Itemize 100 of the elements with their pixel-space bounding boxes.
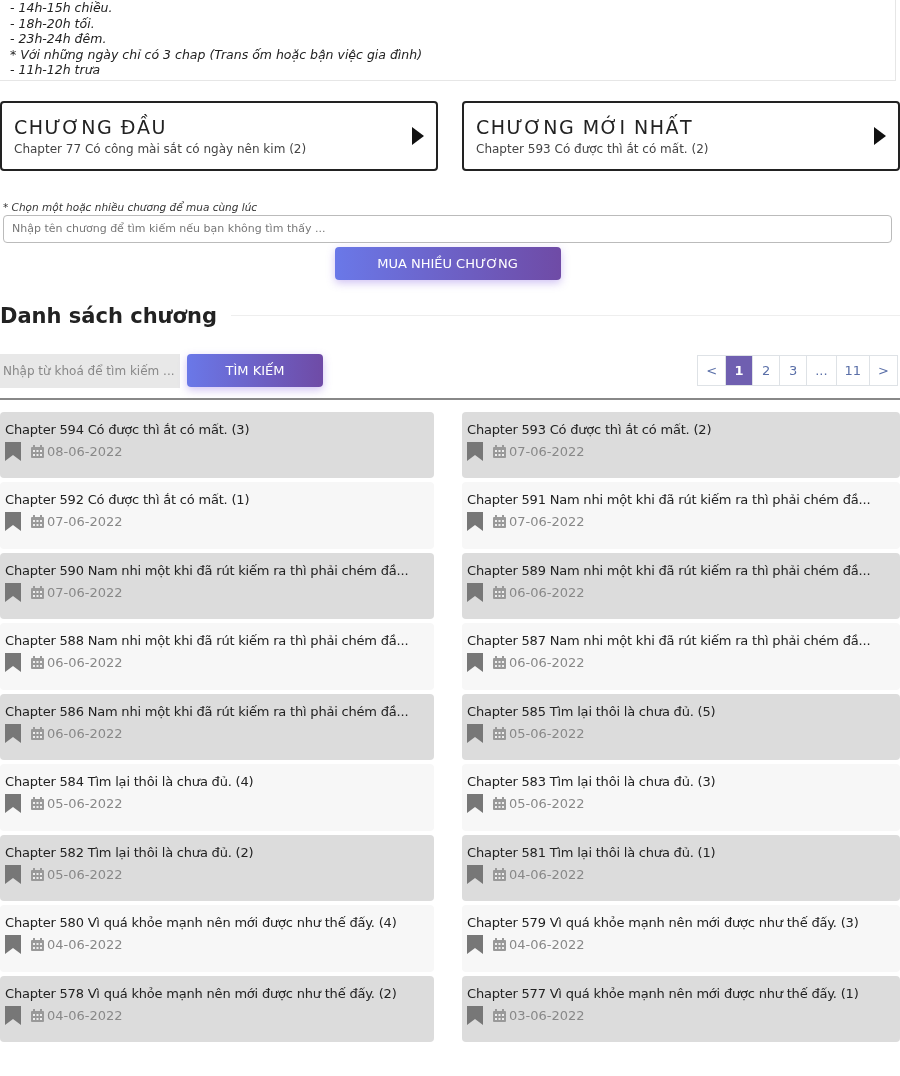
- bookmark-icon[interactable]: [467, 935, 483, 954]
- notice-line: - 11h-12h trưa: [10, 62, 102, 78]
- bookmark-icon[interactable]: [5, 794, 21, 813]
- calendar-icon: [31, 726, 44, 740]
- chapter-row[interactable]: Chapter 594 Có được thì ắt có mất. (3) 08-06-2022: [0, 411, 434, 478]
- chapter-link-card[interactable]: CHƯƠNG ĐẦU Chapter 77 Có công mài sắt có ngày nên kim (2): [0, 100, 438, 171]
- chapter-row[interactable]: Chapter 581 Tìm lại thôi là chưa đủ. (1) 04-06-2022: [462, 834, 900, 901]
- chapter-date: 04-06-2022: [47, 937, 123, 952]
- chapter-row[interactable]: Chapter 593 Có được thì ắt có mất. (2) 07-06-2022: [462, 411, 900, 478]
- calendar-icon: [493, 444, 506, 458]
- bookmark-icon[interactable]: [467, 512, 483, 531]
- chapter-date: 03-06-2022: [509, 1007, 585, 1023]
- calendar-icon: [493, 656, 506, 669]
- chapter-date: 04-06-2022: [47, 1007, 123, 1023]
- chapter-date: 07-06-2022: [509, 443, 585, 459]
- bookmark-icon[interactable]: [467, 582, 483, 602]
- chapter-date: 06-06-2022: [509, 584, 585, 600]
- bookmark-icon[interactable]: [467, 1005, 483, 1025]
- chapter-row[interactable]: Chapter 579 Vì quá khỏe mạnh nên mới được như thế đấy. (3) 04-06-2022: [462, 905, 900, 972]
- chapter-row[interactable]: Chapter 586 Nam nhi một khi đã rút kiếm ra thì phải chém đầ... 06-06-2022: [0, 693, 434, 760]
- chapter-row[interactable]: Chapter 590 Nam nhi một khi đã rút kiếm ra thì phải chém đầ... 07-06-2022: [0, 552, 434, 619]
- bulk-buy-hint: * Chọn một hoặc nhiều chương để mua cùng lúc: [3, 200, 259, 213]
- card-subtitle: Chapter 593 Có được thì ắt có mất. (2): [476, 141, 710, 156]
- chapter-row[interactable]: Chapter 589 Nam nhi một khi đã rút kiếm ra thì phải chém đầ... 06-06-2022: [462, 552, 900, 619]
- page-button[interactable]: 2: [752, 355, 781, 386]
- bookmark-icon[interactable]: [5, 935, 21, 954]
- bookmark-icon[interactable]: [467, 441, 483, 461]
- chapter-row[interactable]: Chapter 578 Vì quá khỏe mạnh nên mới được như thế đấy. (2) 04-06-2022: [0, 975, 434, 1042]
- chapter-row[interactable]: Chapter 592 Có được thì ắt có mất. (1) 07-06-2022: [0, 482, 434, 549]
- chapter-title: Chapter 583 Tìm lại thôi là chưa đủ. (3): [467, 774, 717, 789]
- chapter-title: Chapter 577 Vì quá khỏe mạnh nên mới được như thế đấy. (1): [467, 985, 860, 1001]
- chapter-date: 05-06-2022: [509, 796, 585, 811]
- bookmark-icon[interactable]: [5, 441, 21, 461]
- bookmark-icon[interactable]: [5, 582, 21, 602]
- bookmark-icon[interactable]: [5, 864, 21, 884]
- chapter-date: 06-06-2022: [47, 725, 123, 741]
- calendar-icon: [31, 797, 44, 810]
- chapter-date: 05-06-2022: [47, 796, 123, 811]
- search-button[interactable]: TÌM KIẾM: [187, 354, 323, 387]
- bookmark-icon[interactable]: [5, 653, 21, 672]
- card-title: CHƯƠNG MỚI NHẤT: [476, 115, 695, 138]
- chapter-title: Chapter 578 Vì quá khỏe mạnh nên mới được như thế đấy. (2): [5, 985, 398, 1001]
- chapter-title: Chapter 586 Nam nhi một khi đã rút kiếm ra thì phải chém đầ...: [5, 703, 410, 719]
- calendar-icon: [31, 938, 44, 951]
- play-icon: [874, 126, 886, 145]
- chapter-row[interactable]: Chapter 587 Nam nhi một khi đã rút kiếm ra thì phải chém đầ... 06-06-2022: [462, 623, 900, 690]
- chapter-date: 06-06-2022: [47, 655, 123, 670]
- chapter-title: Chapter 588 Nam nhi một khi đã rút kiếm ra thì phải chém đầ...: [5, 633, 410, 648]
- bookmark-icon[interactable]: [467, 723, 483, 743]
- calendar-icon: [493, 515, 506, 528]
- chapter-row[interactable]: Chapter 588 Nam nhi một khi đã rút kiếm ra thì phải chém đầ... 06-06-2022: [0, 623, 434, 690]
- chapter-title: Chapter 582 Tìm lại thôi là chưa đủ. (2): [5, 844, 255, 860]
- notice-line: - 14h-15h chiều.: [10, 0, 114, 16]
- chapter-row[interactable]: Chapter 591 Nam nhi một khi đã rút kiếm ra thì phải chém đầ... 07-06-2022: [462, 482, 900, 549]
- chapter-date: 04-06-2022: [509, 937, 585, 952]
- calendar-icon: [31, 585, 44, 599]
- chapter-row[interactable]: Chapter 584 Tìm lại thôi là chưa đủ. (4) 05-06-2022: [0, 764, 434, 831]
- bookmark-icon[interactable]: [5, 723, 21, 743]
- page-button[interactable]: 1: [725, 355, 754, 386]
- calendar-icon: [493, 726, 506, 740]
- calendar-icon: [493, 585, 506, 599]
- chapter-date: 08-06-2022: [47, 443, 123, 459]
- buy-chapters-button[interactable]: MUA NHIỀU CHƯƠNG: [334, 246, 561, 280]
- chapter-date: 07-06-2022: [47, 584, 123, 600]
- chapter-date: 07-06-2022: [509, 514, 585, 529]
- chapter-date: 06-06-2022: [509, 655, 585, 670]
- calendar-icon: [493, 867, 506, 881]
- calendar-icon: [31, 444, 44, 458]
- chapter-date: 05-06-2022: [509, 725, 585, 741]
- chapter-title: Chapter 579 Vì quá khỏe mạnh nên mới được như thế đấy. (3): [467, 915, 860, 930]
- chapter-title: Chapter 580 Vì quá khỏe mạnh nên mới được như thế đấy. (4): [5, 915, 398, 930]
- page-button[interactable]: >: [869, 355, 898, 386]
- page-button[interactable]: 3: [779, 355, 808, 386]
- chapter-row[interactable]: Chapter 580 Vì quá khỏe mạnh nên mới được như thế đấy. (4) 04-06-2022: [0, 905, 434, 972]
- chapter-title: Chapter 591 Nam nhi một khi đã rút kiếm ra thì phải chém đầ...: [467, 492, 872, 507]
- bookmark-icon[interactable]: [467, 864, 483, 884]
- calendar-icon: [493, 1008, 506, 1022]
- calendar-icon: [493, 938, 506, 951]
- bookmark-icon[interactable]: [467, 794, 483, 813]
- calendar-icon: [493, 797, 506, 810]
- keyword-search-field[interactable]: Nhập từ khoá để tìm kiếm ...: [0, 353, 180, 388]
- bookmark-icon[interactable]: [467, 653, 483, 672]
- bookmark-icon[interactable]: [5, 512, 21, 531]
- card-subtitle: Chapter 77 Có công mài sắt có ngày nên kim (2): [14, 141, 308, 156]
- chapter-row[interactable]: Chapter 577 Vì quá khỏe mạnh nên mới được như thế đấy. (1) 03-06-2022: [462, 975, 900, 1042]
- notice-line: - 23h-24h đêm.: [10, 31, 108, 47]
- chapter-title: Chapter 593 Có được thì ắt có mất. (2): [467, 421, 713, 437]
- page-button[interactable]: <: [697, 355, 727, 386]
- chapter-search-field[interactable]: Nhập tên chương để tìm kiếm nếu bạn không tìm thấy ...: [3, 214, 892, 243]
- chapter-row[interactable]: Chapter 585 Tìm lại thôi là chưa đủ. (5) 05-06-2022: [462, 693, 900, 760]
- chapter-date: 04-06-2022: [509, 866, 585, 882]
- chapter-title: Chapter 585 Tìm lại thôi là chưa đủ. (5): [467, 703, 717, 719]
- chapter-title: Chapter 587 Nam nhi một khi đã rút kiếm ra thì phải chém đầ...: [467, 633, 872, 648]
- bookmark-icon[interactable]: [5, 1005, 21, 1025]
- chapter-title: Chapter 584 Tìm lại thôi là chưa đủ. (4): [5, 774, 255, 789]
- calendar-icon: [31, 867, 44, 881]
- page-button[interactable]: ...: [806, 355, 837, 386]
- chapter-link-card[interactable]: CHƯƠNG MỚI NHẤT Chapter 593 Có được thì ắt có mất. (2): [462, 100, 900, 171]
- chapter-row[interactable]: Chapter 582 Tìm lại thôi là chưa đủ. (2) 05-06-2022: [0, 834, 434, 901]
- chapter-row[interactable]: Chapter 583 Tìm lại thôi là chưa đủ. (3) 05-06-2022: [462, 764, 900, 831]
